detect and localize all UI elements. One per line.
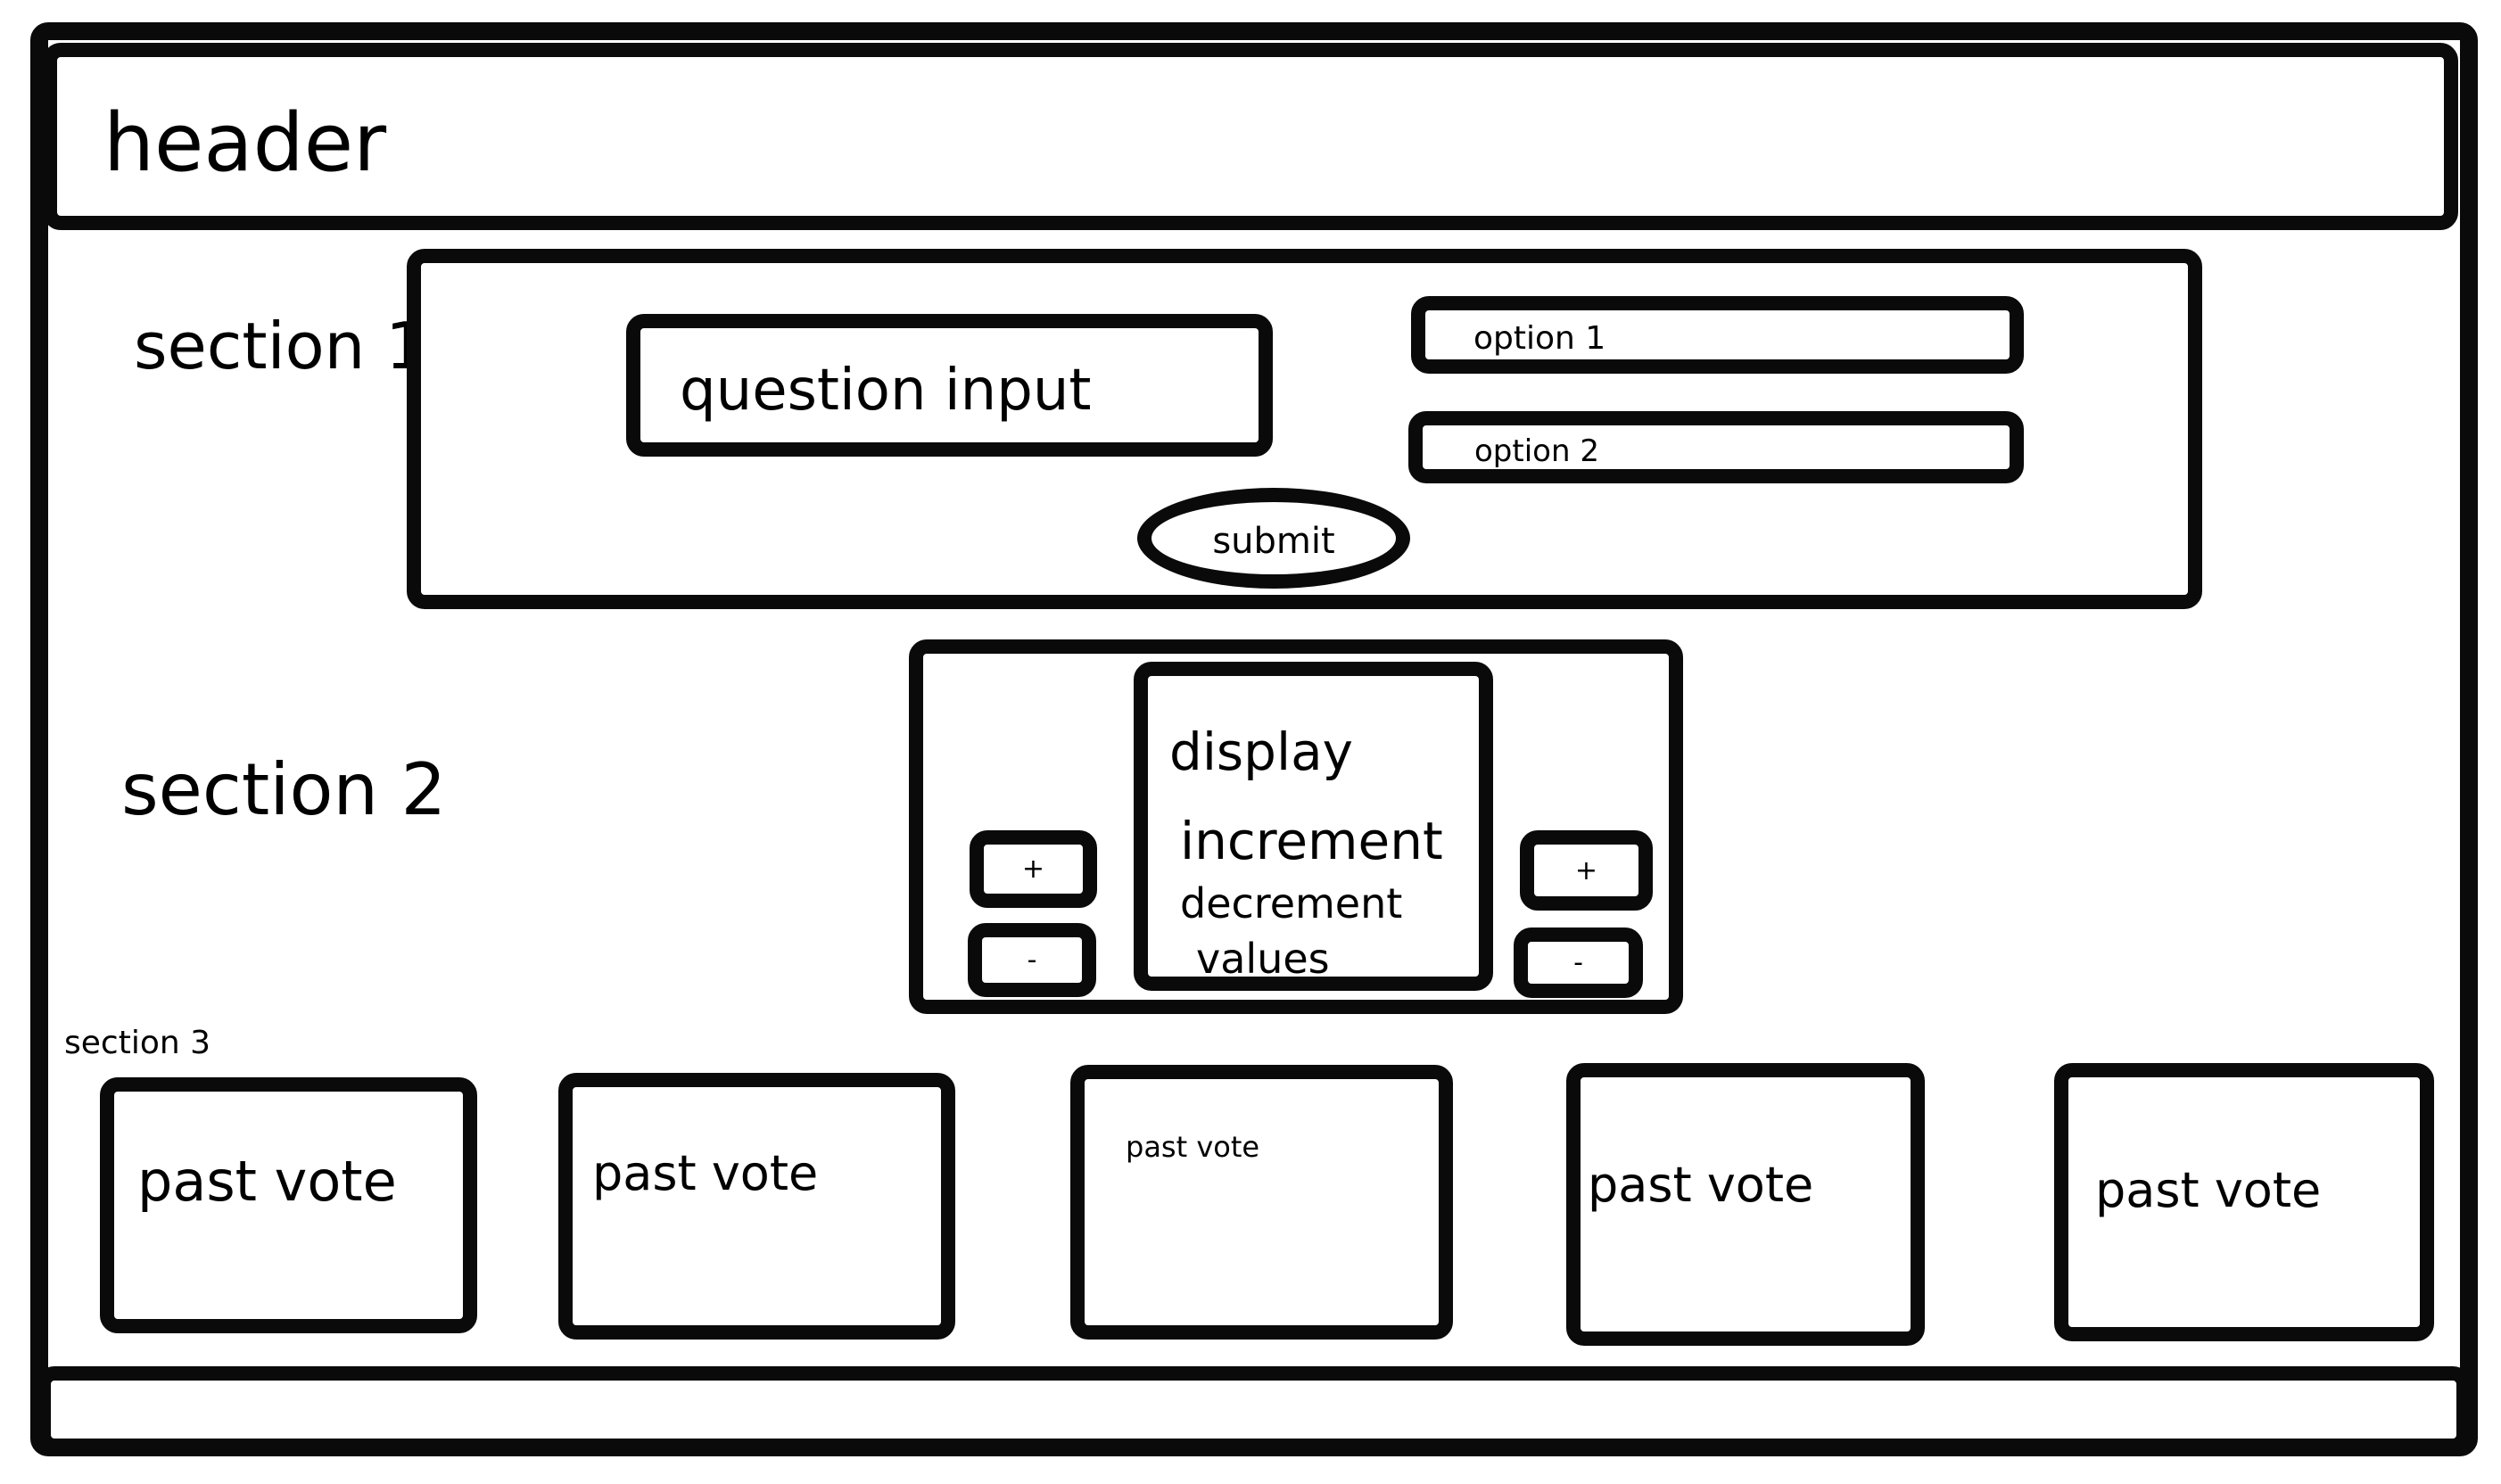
display-decrement: decrement bbox=[1180, 879, 1403, 928]
minus-icon: - bbox=[1027, 944, 1037, 976]
header: header bbox=[43, 43, 2458, 230]
past-vote-card[interactable]: past vote bbox=[1566, 1063, 1925, 1346]
past-vote-label: past vote bbox=[137, 1149, 397, 1214]
question-input[interactable]: question input bbox=[626, 314, 1273, 457]
past-vote-card[interactable]: past vote bbox=[1070, 1065, 1453, 1340]
past-vote-card[interactable]: past vote bbox=[2054, 1063, 2434, 1341]
past-vote-card[interactable]: past vote bbox=[558, 1073, 955, 1340]
right-decrement-button[interactable]: - bbox=[1514, 928, 1643, 998]
past-vote-label: past vote bbox=[2095, 1162, 2322, 1218]
minus-icon: - bbox=[1573, 947, 1583, 978]
submit-label: submit bbox=[1212, 520, 1335, 562]
past-vote-label: past vote bbox=[1126, 1130, 1260, 1164]
plus-icon: + bbox=[1021, 853, 1045, 885]
past-vote-card[interactable]: past vote bbox=[100, 1077, 477, 1333]
section-3-label: section 3 bbox=[64, 1025, 211, 1061]
display-increment: increment bbox=[1180, 811, 1443, 871]
plus-icon: + bbox=[1574, 854, 1598, 886]
left-decrement-button[interactable]: - bbox=[968, 923, 1096, 997]
section-2-label: section 2 bbox=[121, 748, 447, 831]
display-title: display bbox=[1169, 721, 1353, 782]
right-increment-button[interactable]: + bbox=[1520, 830, 1653, 911]
display-values: values bbox=[1196, 935, 1330, 983]
section-1-label: section 1 bbox=[134, 309, 427, 383]
submit-button[interactable]: submit bbox=[1137, 488, 1410, 589]
past-vote-label: past vote bbox=[1588, 1157, 1814, 1213]
option-2-input[interactable]: option 2 bbox=[1408, 411, 2024, 483]
option-1-placeholder: option 1 bbox=[1473, 320, 1606, 357]
footer bbox=[37, 1366, 2471, 1453]
header-title: header bbox=[103, 96, 387, 190]
option-1-input[interactable]: option 1 bbox=[1411, 296, 2024, 374]
past-vote-label: past vote bbox=[592, 1145, 819, 1201]
option-2-placeholder: option 2 bbox=[1474, 433, 1599, 469]
vote-display: display increment decrement values bbox=[1134, 662, 1493, 991]
left-increment-button[interactable]: + bbox=[970, 830, 1097, 908]
question-input-placeholder: question input bbox=[680, 358, 1092, 424]
